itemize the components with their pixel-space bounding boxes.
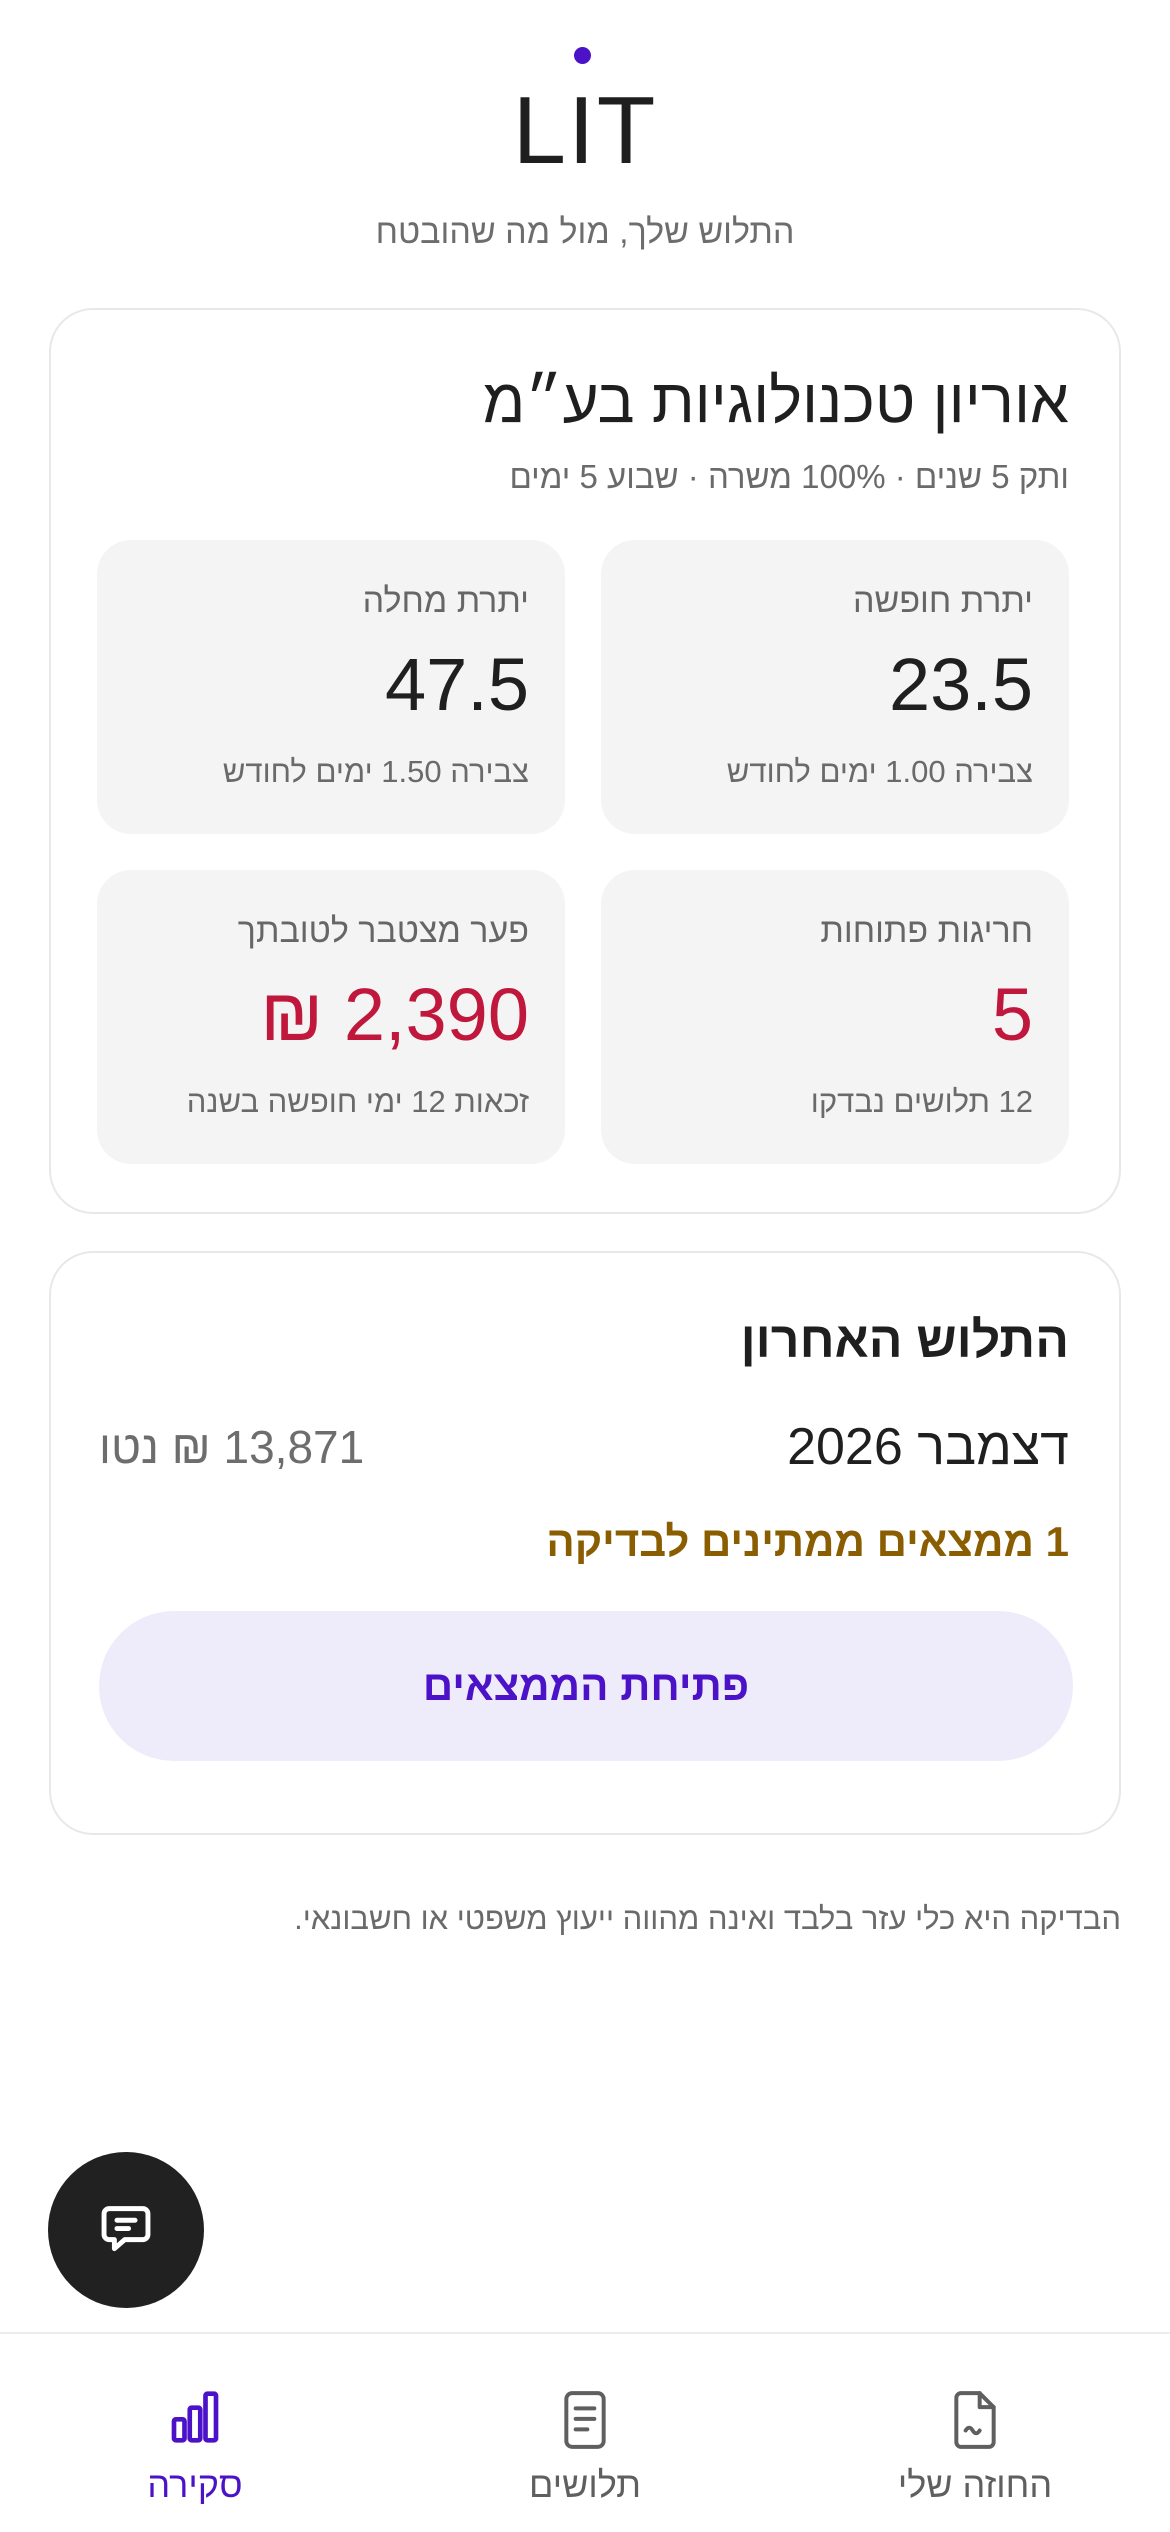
bar-chart-icon <box>0 2389 390 2455</box>
payslips-checked: 12 תלושים נבדקו <box>810 1084 1033 1119</box>
nav-item-payslips[interactable]: תלושים <box>390 2334 780 2532</box>
list-document-icon <box>390 2389 780 2455</box>
vacation-entitlement: זכאות 12 ימי חופשה בשנה <box>186 1084 529 1119</box>
vacation-balance-value: 23.5 <box>888 643 1033 726</box>
open-violations-tile: חריגות פתוחות 5 12 תלושים נבדקו <box>601 870 1069 1164</box>
nav-item-my-contract[interactable]: החוזה שלי <box>780 2334 1170 2532</box>
chat-icon <box>95 2197 157 2264</box>
last-payslip-title: התלוש האחרון <box>740 1312 1069 1368</box>
last-payslip-card: התלוש האחרון דצמבר 2026 13,871 ₪ נטו 1 מ… <box>49 1251 1121 1835</box>
accumulated-gap-value: 2,390 ₪ <box>260 973 529 1056</box>
open-findings-button[interactable]: פתיחת הממצאים <box>99 1611 1073 1761</box>
vacation-balance-label: יתרת חופשה <box>852 582 1033 620</box>
open-violations-label: חריגות פתוחות <box>820 912 1033 950</box>
accumulated-gap-label: פער מצטבר לטובתך <box>237 912 529 950</box>
sick-balance-value: 47.5 <box>384 643 529 726</box>
brand-dot <box>574 47 591 64</box>
nav-label-payslips: תלושים <box>529 2464 641 2505</box>
accumulated-gap-tile: פער מצטבר לטובתך 2,390 ₪ זכאות 12 ימי חו… <box>97 870 565 1164</box>
employer-summary-card: אוריון טכנולוגיות בע״מ ותק 5 שנים · 100%… <box>49 308 1121 1214</box>
disclaimer: הבדיקה היא כלי עזר בלבד ואינה מהווה ייעו… <box>294 1901 1121 1936</box>
document-icon <box>780 2389 1170 2455</box>
vacation-accrual: צבירה 1.00 ימים לחודש <box>726 754 1033 789</box>
brand-logo: LIT <box>512 77 658 184</box>
bottom-navigation: החוזה שלי תלושים סקירה <box>0 2332 1170 2532</box>
vacation-balance-tile: יתרת חופשה 23.5 צבירה 1.00 ימים לחודש <box>601 540 1069 834</box>
nav-item-overview[interactable]: סקירה <box>0 2334 390 2532</box>
sick-balance-tile: יתרת מחלה 47.5 צבירה 1.50 ימים לחודש <box>97 540 565 834</box>
nav-label-overview: סקירה <box>147 2464 243 2505</box>
company-name: אוריון טכנולוגיות בע״מ <box>482 367 1069 436</box>
pending-findings: 1 ממצאים ממתינים לבדיקה <box>546 1518 1069 1565</box>
open-violations-value: 5 <box>991 973 1033 1056</box>
sick-balance-label: יתרת מחלה <box>362 582 529 620</box>
net-salary: 13,871 ₪ נטו <box>99 1421 365 1473</box>
nav-label-my-contract: החוזה שלי <box>897 2464 1053 2505</box>
employment-terms: ותק 5 שנים · 100% משרה · שבוע 5 ימים <box>509 458 1069 495</box>
tagline: התלוש שלך, מול מה שהובטח <box>375 213 795 251</box>
payslip-month: דצמבר 2026 <box>787 1418 1069 1476</box>
chat-button[interactable] <box>48 2152 204 2308</box>
sick-accrual: צבירה 1.50 ימים לחודש <box>222 754 529 789</box>
